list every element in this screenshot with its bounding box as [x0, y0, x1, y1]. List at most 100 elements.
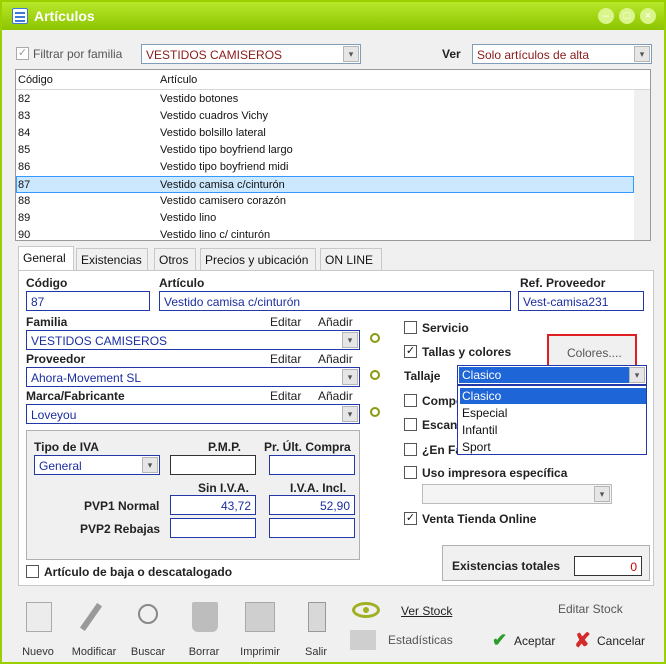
- codigo-label: Código: [26, 276, 68, 290]
- close-icon[interactable]: ×: [640, 8, 656, 24]
- pvp2-iva-incl-field[interactable]: [269, 518, 355, 538]
- buscar-button[interactable]: Buscar: [126, 598, 170, 658]
- list-item[interactable]: 88 Vestido camisero corazón: [16, 193, 634, 210]
- borrar-button[interactable]: Borrar: [182, 598, 226, 658]
- cross-icon: ✘: [574, 630, 591, 652]
- articles-list[interactable]: Código Artículo 82 Vestido botones 83 Vest…: [15, 69, 651, 241]
- search-lens-icon[interactable]: [370, 370, 380, 380]
- impresora-checkbox[interactable]: [404, 466, 417, 479]
- tallaje-select[interactable]: Clasico ▾: [457, 365, 647, 385]
- baja-checkbox[interactable]: [26, 565, 39, 578]
- familia-editar-link[interactable]: Editar: [270, 315, 301, 329]
- search-icon: [138, 604, 158, 624]
- chevron-down-icon: ▾: [343, 46, 359, 62]
- proveedor-select[interactable]: Ahora-Movement SL ▾: [26, 367, 360, 387]
- impresora-label: Uso impresora específica: [422, 466, 568, 480]
- tab-precios[interactable]: Precios y ubicación: [200, 248, 316, 270]
- marca-anadir-link[interactable]: Añadir: [318, 389, 353, 403]
- editar-stock-button[interactable]: Editar Stock: [558, 602, 623, 616]
- search-lens-icon[interactable]: [370, 333, 380, 343]
- column-header-articulo[interactable]: Artículo: [160, 74, 197, 86]
- pvp1-sin-iva-field[interactable]: 43,72: [170, 495, 256, 515]
- iva-select[interactable]: General ▾: [34, 455, 160, 475]
- door-icon: [308, 602, 326, 632]
- familia-select[interactable]: VESTIDOS CAMISEROS ▾: [26, 330, 360, 350]
- ref-proveedor-field[interactable]: Vest-camisa231: [518, 291, 644, 311]
- window-title: Artículos: [34, 8, 95, 24]
- tallaje-option[interactable]: Especial: [460, 405, 646, 421]
- tab-general[interactable]: General: [18, 246, 74, 270]
- list-item-selected[interactable]: 87 Vestido camisa c/cinturón: [16, 176, 634, 193]
- list-scrollbar[interactable]: [634, 90, 650, 240]
- ref-proveedor-label: Ref. Proveedor: [520, 276, 606, 290]
- estadisticas-button[interactable]: Estadísticas: [388, 633, 453, 647]
- family-filter-select[interactable]: VESTIDOS CAMISEROS ▾: [141, 44, 361, 64]
- minimize-icon[interactable]: –: [598, 8, 614, 24]
- tallaje-option[interactable]: Sport: [460, 439, 646, 455]
- list-item[interactable]: 89 Vestido lino: [16, 210, 634, 227]
- pr-compra-field[interactable]: [269, 455, 355, 475]
- list-item[interactable]: 82 Vestido botones: [16, 91, 634, 108]
- tab-online[interactable]: ON LINE: [320, 248, 382, 270]
- compuesto-checkbox[interactable]: [404, 394, 417, 407]
- salir-button[interactable]: Salir: [294, 598, 338, 658]
- chevron-down-icon: ▾: [629, 367, 645, 383]
- tallas-label: Tallas y colores: [422, 345, 512, 359]
- maximize-icon[interactable]: □: [619, 8, 635, 24]
- chevron-down-icon: ▾: [634, 46, 650, 62]
- imprimir-button[interactable]: Imprimir: [238, 598, 282, 658]
- chevron-down-icon: ▾: [594, 486, 610, 502]
- impresora-select[interactable]: ▾: [422, 484, 612, 504]
- list-item[interactable]: 90 Vestido lino c/ cinturón: [16, 227, 634, 240]
- search-lens-icon[interactable]: [370, 407, 380, 417]
- familia-anadir-link[interactable]: Añadir: [318, 315, 353, 329]
- chevron-down-icon: ▾: [142, 457, 158, 473]
- ver-value: Solo artículos de alta: [477, 48, 590, 62]
- proveedor-label: Proveedor: [26, 352, 86, 366]
- venta-online-checkbox[interactable]: ✓: [404, 512, 417, 525]
- check-icon: ✔: [492, 630, 508, 650]
- escandallo-checkbox[interactable]: [404, 418, 417, 431]
- articulo-field[interactable]: Vestido camisa c/cinturón: [159, 291, 511, 311]
- printer-icon: [245, 602, 275, 632]
- venta-online-label: Venta Tienda Online: [422, 512, 537, 526]
- en-fabrica-checkbox[interactable]: [404, 443, 417, 456]
- filter-family-label: Filtrar por familia: [33, 47, 123, 61]
- ver-select[interactable]: Solo artículos de alta ▾: [472, 44, 652, 64]
- pvp1-label: PVP1 Normal: [84, 499, 160, 513]
- tab-otros[interactable]: Otros: [154, 248, 196, 270]
- tab-existencias[interactable]: Existencias: [76, 248, 148, 270]
- tallas-checkbox[interactable]: ✓: [404, 345, 417, 358]
- marca-select[interactable]: Loveyou ▾: [26, 404, 360, 424]
- pmp-label: P.M.P.: [208, 440, 241, 454]
- chevron-down-icon: ▾: [342, 369, 358, 385]
- codigo-field[interactable]: 87: [26, 291, 150, 311]
- tallaje-dropdown-list[interactable]: Clasico Especial Infantil Sport: [457, 385, 647, 455]
- list-item[interactable]: 83 Vestido cuadros Vichy: [16, 108, 634, 125]
- column-header-codigo[interactable]: Código: [18, 74, 53, 86]
- aceptar-button[interactable]: Aceptar: [514, 634, 555, 648]
- proveedor-editar-link[interactable]: Editar: [270, 352, 301, 366]
- tallaje-label: Tallaje: [404, 369, 441, 383]
- proveedor-anadir-link[interactable]: Añadir: [318, 352, 353, 366]
- pmp-field[interactable]: [170, 455, 256, 475]
- tallaje-option[interactable]: Infantil: [460, 422, 646, 438]
- modificar-button[interactable]: Modificar: [70, 598, 118, 658]
- pvp2-sin-iva-field[interactable]: [170, 518, 256, 538]
- chart-icon: [350, 630, 376, 650]
- list-item[interactable]: 86 Vestido tipo boyfriend midi: [16, 159, 634, 176]
- title-bar[interactable]: Artículos – □ ×: [2, 2, 664, 30]
- marca-label: Marca/Fabricante: [26, 389, 125, 403]
- pvp1-iva-incl-field[interactable]: 52,90: [269, 495, 355, 515]
- tallaje-option[interactable]: Clasico: [460, 388, 646, 404]
- servicio-checkbox[interactable]: [404, 321, 417, 334]
- articulo-label: Artículo: [159, 276, 205, 290]
- list-item[interactable]: 84 Vestido bolsillo lateral: [16, 125, 634, 142]
- marca-editar-link[interactable]: Editar: [270, 389, 301, 403]
- ver-stock-link[interactable]: Ver Stock: [401, 604, 452, 618]
- eye-icon: [352, 602, 380, 618]
- cancelar-button[interactable]: Cancelar: [597, 634, 645, 648]
- filter-family-checkbox[interactable]: ✓: [16, 47, 29, 60]
- list-item[interactable]: 85 Vestido tipo boyfriend largo: [16, 142, 634, 159]
- nuevo-button[interactable]: Nuevo: [16, 598, 60, 658]
